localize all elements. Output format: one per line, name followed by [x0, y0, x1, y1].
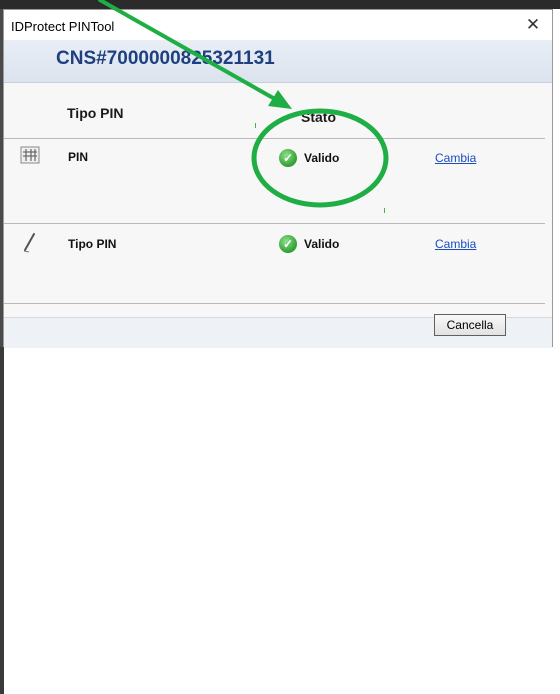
card-id: CNS#7000000825321131 [56, 48, 275, 69]
row-separator [4, 223, 545, 224]
column-header-type: Tipo PIN [67, 105, 124, 121]
background-right-strip [0, 347, 4, 694]
titlebar: IDProtect PINTool ✕ [4, 10, 552, 40]
pin-table: Tipo PIN Stato PIN ✓ Valido Cambia Tipo … [4, 83, 552, 320]
check-circle-icon: ✓ [279, 149, 297, 167]
close-icon[interactable]: ✕ [520, 13, 546, 37]
check-circle-icon: ✓ [279, 235, 297, 253]
row-label: PIN [68, 150, 89, 164]
tick-mark [384, 208, 385, 213]
pen-icon [20, 231, 40, 258]
row-separator [4, 138, 545, 139]
card-header: CNS#7000000825321131 [4, 40, 552, 83]
pintool-dialog: IDProtect PINTool ✕ CNS#7000000825321131… [3, 9, 553, 348]
column-header-status: Stato [301, 109, 336, 125]
keypad-icon [20, 146, 40, 169]
status-text: Valido [304, 237, 340, 251]
status-text: Valido [304, 151, 340, 165]
row-separator [4, 303, 545, 304]
background-window-strip [0, 0, 560, 9]
change-signature-pin-link[interactable]: Cambia [435, 237, 476, 251]
cancel-button[interactable]: Cancella [434, 314, 506, 336]
change-pin-link[interactable]: Cambia [435, 151, 476, 165]
row-label: Tipo PIN [68, 237, 117, 251]
window-title: IDProtect PINTool [11, 19, 115, 34]
tick-mark [255, 123, 256, 128]
